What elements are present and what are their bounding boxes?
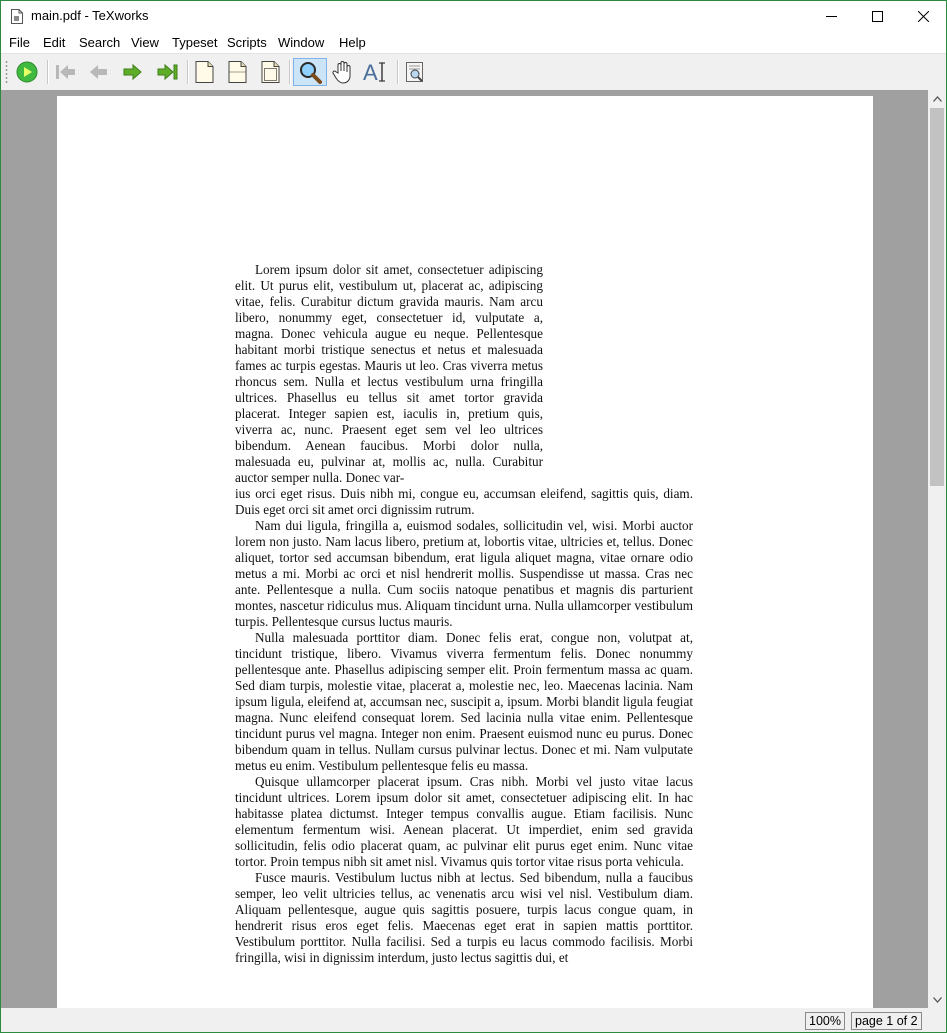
first-page-icon bbox=[56, 65, 75, 79]
fit-window-button[interactable] bbox=[256, 58, 284, 86]
minimize-icon bbox=[825, 15, 837, 17]
scroll-up-button[interactable] bbox=[928, 90, 946, 107]
next-page-icon bbox=[123, 63, 142, 81]
paragraph-text: Nulla malesuada porttitor diam. Donec fe… bbox=[235, 630, 693, 773]
previous-page-icon bbox=[90, 65, 107, 79]
last-page-button[interactable] bbox=[153, 58, 181, 86]
magnify-tool-button[interactable] bbox=[293, 58, 327, 86]
magnify-tool-icon bbox=[300, 62, 322, 84]
actual-size-icon bbox=[195, 61, 214, 83]
close-button[interactable] bbox=[900, 1, 946, 31]
menu-search[interactable]: Search bbox=[79, 35, 120, 50]
close-icon bbox=[917, 10, 929, 22]
chevron-up-icon bbox=[932, 95, 942, 102]
menu-edit[interactable]: Edit bbox=[43, 35, 65, 50]
paragraph-text: Lorem ipsum dolor sit amet, consectetuer… bbox=[235, 262, 543, 485]
toolbar-separator bbox=[289, 60, 291, 84]
paragraph-text: Quisque ullamcorper placerat ipsum. Cras… bbox=[235, 774, 693, 869]
menu-help[interactable]: Help bbox=[339, 35, 366, 50]
select-text-icon: A bbox=[363, 60, 385, 84]
goto-source-icon bbox=[406, 62, 423, 82]
previous-page-button[interactable] bbox=[85, 58, 113, 86]
fit-window-icon bbox=[261, 61, 280, 83]
pdf-viewer-area[interactable]: Lorem ipsum dolor sit amet, consectetuer… bbox=[1, 90, 928, 1008]
menu-window[interactable]: Window bbox=[278, 35, 324, 50]
menu-view[interactable]: View bbox=[131, 35, 159, 50]
fit-width-button[interactable] bbox=[223, 58, 251, 86]
svg-text:A: A bbox=[363, 60, 378, 84]
select-text-button[interactable]: A bbox=[362, 58, 390, 86]
scroll-hand-icon bbox=[332, 61, 351, 84]
first-page-button[interactable] bbox=[52, 58, 80, 86]
texworks-window: main.pdf - TeXworks File Edit Search Vie… bbox=[0, 0, 947, 1033]
next-page-button[interactable] bbox=[118, 58, 146, 86]
goto-source-button[interactable] bbox=[401, 58, 429, 86]
paragraph-text: Fusce mauris. Vestibulum luctus nibh at … bbox=[235, 870, 693, 965]
chevron-down-icon bbox=[932, 996, 942, 1003]
menu-file[interactable]: File bbox=[9, 35, 30, 50]
page-indicator[interactable]: page 1 of 2 bbox=[851, 1012, 922, 1030]
menu-bar: File Edit Search View Typeset Scripts Wi… bbox=[1, 31, 946, 53]
menu-scripts[interactable]: Scripts bbox=[227, 35, 267, 50]
toolbar-separator bbox=[47, 60, 49, 84]
last-page-icon bbox=[157, 63, 178, 81]
window-title: main.pdf - TeXworks bbox=[31, 8, 149, 23]
fit-width-icon bbox=[228, 61, 247, 83]
toolbar: A bbox=[1, 53, 946, 91]
minimize-button[interactable] bbox=[808, 1, 854, 31]
menu-typeset[interactable]: Typeset bbox=[172, 35, 218, 50]
toolbar-grip[interactable] bbox=[5, 60, 8, 84]
toolbar-separator bbox=[187, 60, 189, 84]
zoom-level[interactable]: 100% bbox=[805, 1012, 845, 1030]
pdf-document-icon bbox=[11, 9, 23, 24]
paragraph-text: ius orci eget risus. Duis nibh mi, congu… bbox=[235, 486, 693, 517]
actual-size-button[interactable] bbox=[190, 58, 218, 86]
page-text: Lorem ipsum dolor sit amet, consectetuer… bbox=[235, 262, 693, 966]
title-bar: main.pdf - TeXworks bbox=[1, 1, 946, 31]
pdf-page[interactable]: Lorem ipsum dolor sit amet, consectetuer… bbox=[57, 96, 873, 1008]
status-bar: 100% page 1 of 2 bbox=[1, 1008, 946, 1032]
scroll-down-button[interactable] bbox=[928, 991, 946, 1008]
maximize-button[interactable] bbox=[854, 1, 900, 31]
scroll-tool-button[interactable] bbox=[329, 58, 357, 86]
toolbar-separator bbox=[397, 60, 399, 84]
vertical-scrollbar[interactable] bbox=[928, 90, 946, 1008]
maximize-icon bbox=[871, 10, 883, 22]
paragraph-text: Nam dui ligula, fringilla a, euismod sod… bbox=[235, 518, 693, 629]
scrollbar-thumb[interactable] bbox=[930, 108, 944, 486]
typeset-button[interactable] bbox=[13, 58, 41, 86]
typeset-run-icon bbox=[16, 61, 38, 83]
